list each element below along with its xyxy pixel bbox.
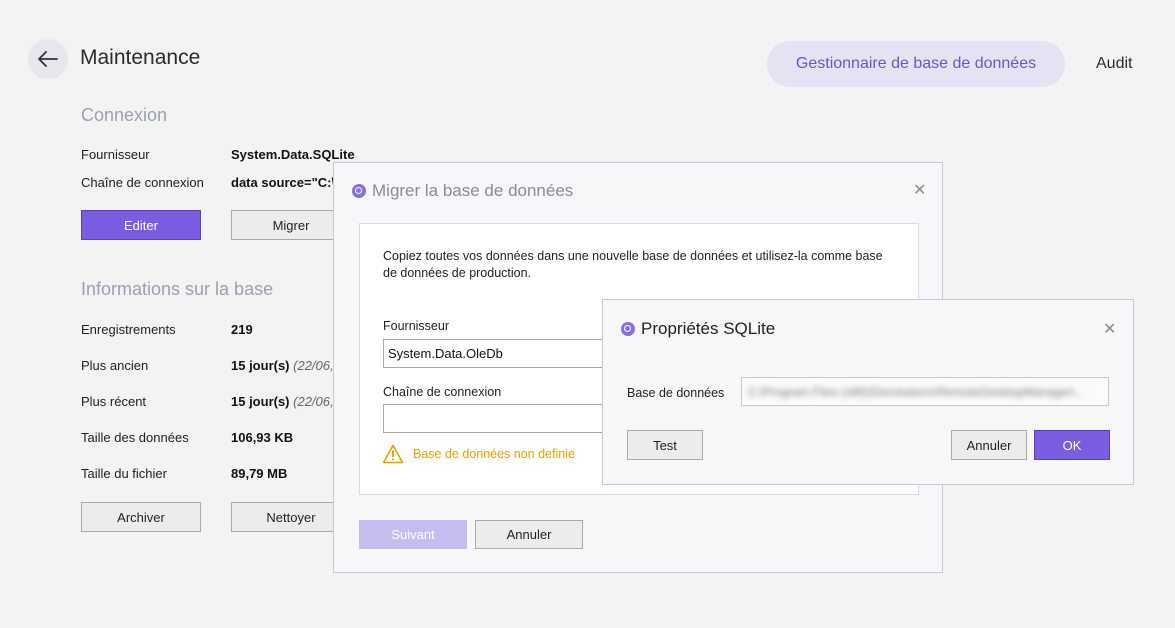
info-value-records: 219 [231,322,253,337]
migrate-dialog-title: Migrer la base de données [352,181,573,201]
warning-icon [382,444,404,464]
info-label-file-size: Taille du fichier [81,466,167,481]
migrate-description: Copiez toutes vos données dans une nouve… [383,249,883,280]
nav-audit[interactable]: Audit [1096,55,1132,73]
close-icon[interactable]: ✕ [1103,319,1116,339]
migrate-connection-string-label: Chaîne de connexion [383,385,502,399]
migrate-provider-label: Fournisseur [383,319,449,333]
edit-button[interactable]: Editer [81,210,201,240]
page-title: Maintenance [80,46,201,69]
migrate-provider-input[interactable] [383,339,623,368]
sqlite-database-label: Base de données [627,386,725,400]
section-title-informations: Informations sur la base [81,279,274,299]
info-value-data-size: 106,93 KB [231,430,294,445]
info-label-records: Enregistrements [81,322,176,337]
migrate-connection-string-input[interactable] [383,404,623,433]
nav-database-manager[interactable]: Gestionnaire de base de données [767,41,1065,87]
ok-button[interactable]: OK [1034,430,1110,460]
sqlite-database-input[interactable]: C:\Program Files (x86)\Devolutions\Remot… [741,377,1109,406]
migrate-warning: Base de données non definie [382,444,575,464]
info-label-oldest: Plus ancien [81,358,149,373]
info-label-data-size: Taille des données [81,430,189,445]
migrate-cancel-button[interactable]: Annuler [475,520,583,549]
archive-button[interactable]: Archiver [81,502,201,532]
back-button[interactable] [28,39,68,79]
close-icon[interactable]: ✕ [913,180,926,200]
sqlite-dialog-title: Propriétés SQLite [621,319,775,339]
test-button[interactable]: Test [627,430,703,460]
section-title-connexion: Connexion [81,105,168,125]
app-logo-icon [621,322,635,336]
sqlite-database-value: C:\Program Files (x86)\Devolutions\Remot… [748,384,1085,399]
sqlite-cancel-button[interactable]: Annuler [951,430,1027,460]
info-value-oldest: 15 jour(s) (22/06, [231,358,334,373]
next-button[interactable]: Suivant [359,520,467,549]
info-value-newest: 15 jour(s) (22/06, [231,394,334,409]
migrate-warning-text: Base de données non definie [413,447,575,461]
info-label-newest: Plus récent [81,394,147,409]
migrate-dialog-title-text: Migrer la base de données [372,181,574,200]
sqlite-dialog-title-text: Propriétés SQLite [641,319,776,338]
sqlite-properties-dialog: Propriétés SQLite ✕ Base de données C:\P… [602,299,1134,485]
info-value-file-size: 89,79 MB [231,466,288,481]
connection-string-label: Chaîne de connexion [81,175,204,190]
fournisseur-value: System.Data.SQLite [231,147,355,162]
app-logo-icon [352,184,366,198]
fournisseur-label: Fournisseur [81,147,150,162]
connection-string-value: data source="C:\ [231,175,336,190]
arrow-left-icon [38,51,58,67]
